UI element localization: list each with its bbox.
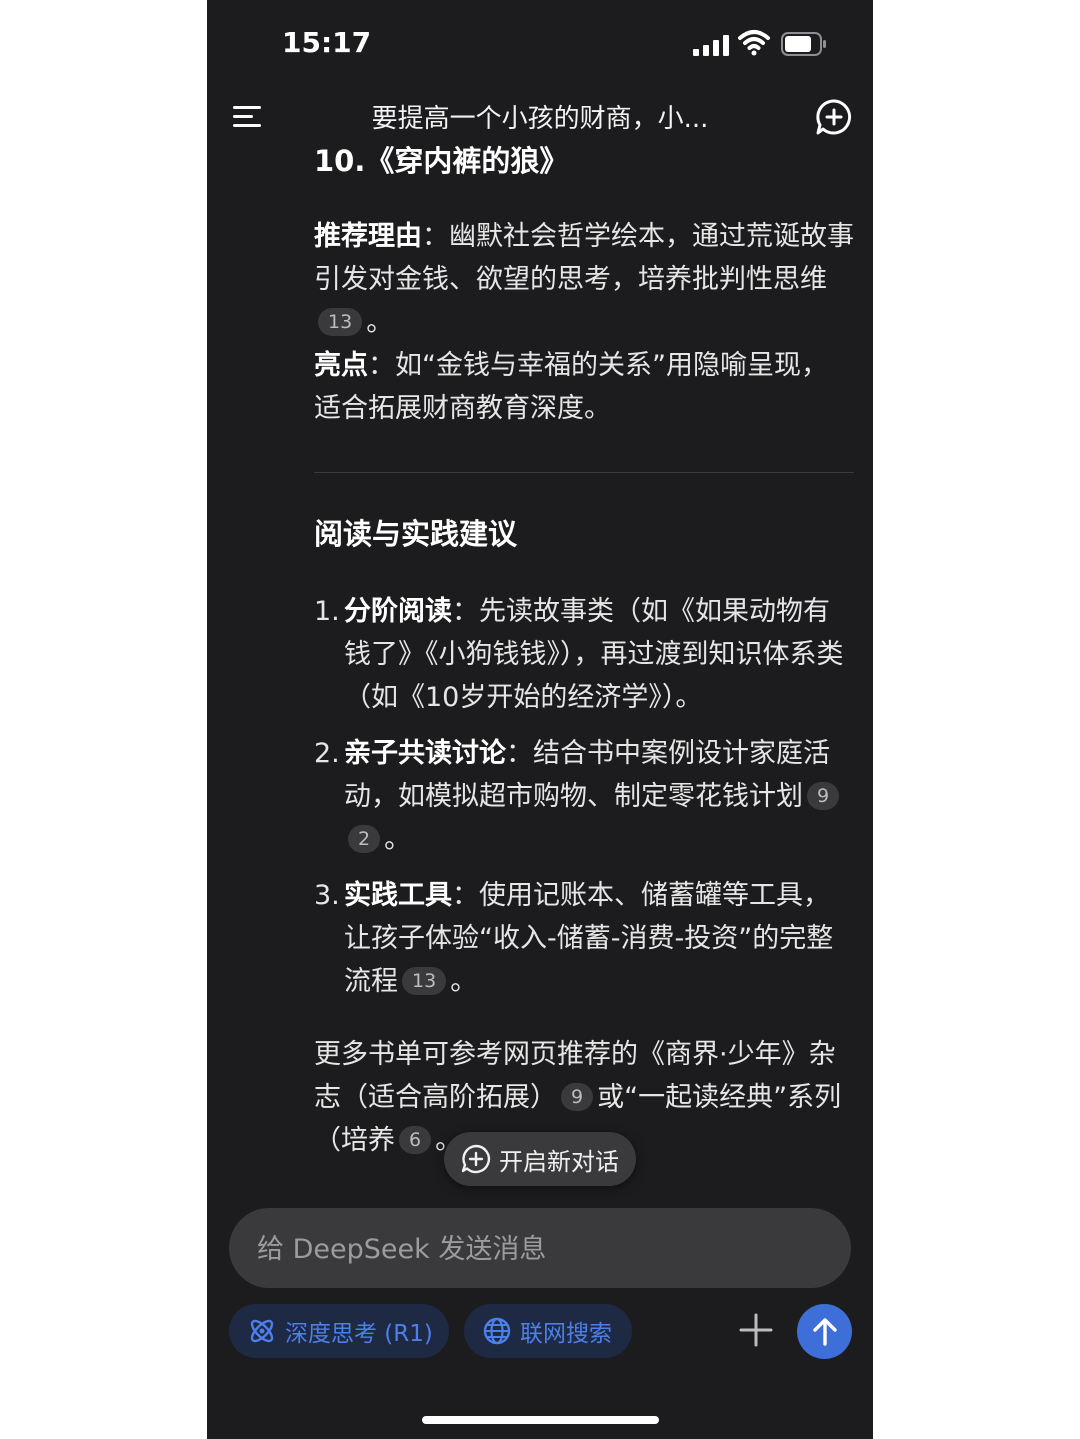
- plus-icon[interactable]: [739, 1312, 773, 1348]
- deep-think-label: 深度思考 (R1): [285, 1321, 433, 1347]
- reason-label: 推荐理由: [314, 221, 422, 252]
- list-item: 1. 分阶阅读：先读故事类（如《如果动物有钱了》《小狗钱钱》），再过渡到知识体系…: [314, 590, 854, 719]
- globe-icon: [483, 1317, 511, 1345]
- battery-icon: [781, 32, 826, 56]
- reason-end: 。: [366, 307, 394, 338]
- list-item: 3. 实践工具：使用记账本、储蓄罐等工具，让孩子体验“收入-储蓄-消费-投资”的…: [314, 874, 854, 1003]
- new-chat-label: 开启新对话: [499, 1147, 619, 1176]
- citation-badge[interactable]: 13: [402, 967, 447, 995]
- list-item-colon: ：: [506, 738, 533, 769]
- status-time: 15:17: [282, 26, 372, 59]
- send-button[interactable]: [797, 1304, 852, 1359]
- home-indicator: [422, 1416, 659, 1424]
- list-item: 2. 亲子共读讨论：结合书中案例设计家庭活动，如模拟超市购物、制定零花钱计划 92…: [314, 732, 854, 861]
- wifi-icon: [738, 30, 770, 56]
- web-search-toggle[interactable]: 联网搜索: [464, 1304, 632, 1358]
- deep-think-toggle[interactable]: 深度思考 (R1): [229, 1304, 449, 1358]
- list-item-end: 。: [450, 966, 478, 997]
- assistant-message: 10.《穿内裤的狼》 推荐理由：幽默社会哲学绘本，通过荒诞故事引发对金钱、欲望的…: [314, 140, 854, 1162]
- reason-colon: ：: [422, 221, 449, 252]
- chat-header: 要提高一个小孩的财商，小...: [207, 86, 873, 146]
- divider: [314, 472, 854, 473]
- signal-icon: [693, 34, 729, 56]
- highlight-label: 亮点: [314, 350, 368, 381]
- chat-title[interactable]: 要提高一个小孩的财商，小...: [327, 98, 753, 135]
- list-item-label: 分阶阅读: [344, 596, 452, 627]
- list-item-end: 。: [384, 824, 412, 855]
- list-item-colon: ：: [452, 596, 479, 627]
- list-item-label: 亲子共读讨论: [344, 738, 506, 769]
- phone-screen: 15:17 要提高一个小孩的财商，小... 10.《穿内裤的狼》 推荐理由：幽默…: [207, 0, 873, 1439]
- highlight-paragraph: 亮点：如“金钱与幸福的关系”用隐喻呈现，适合拓展财商教育深度。: [314, 344, 854, 430]
- list-item-colon: ：: [452, 880, 479, 911]
- section-title: 阅读与实践建议: [314, 517, 518, 551]
- message-input[interactable]: [255, 1208, 819, 1290]
- new-chat-icon[interactable]: [815, 98, 853, 136]
- citation-badge[interactable]: 9: [807, 782, 840, 810]
- citation-badge[interactable]: 6: [399, 1126, 432, 1154]
- list-number: 1.: [314, 596, 340, 627]
- reason-paragraph: 推荐理由：幽默社会哲学绘本，通过荒诞故事引发对金钱、欲望的思考，培养批判性思维1…: [314, 215, 854, 344]
- arrow-up-icon: [812, 1317, 837, 1346]
- list-number: 3.: [314, 880, 340, 911]
- new-chat-icon: [461, 1144, 491, 1174]
- menu-icon[interactable]: [233, 102, 263, 130]
- book-title: 10.《穿内裤的狼》: [314, 144, 569, 178]
- citation-badge[interactable]: 2: [348, 825, 381, 853]
- suggestion-list: 1. 分阶阅读：先读故事类（如《如果动物有钱了》《小狗钱钱》），再过渡到知识体系…: [314, 590, 854, 1003]
- web-search-label: 联网搜索: [520, 1321, 612, 1347]
- citation-badge[interactable]: 13: [318, 308, 363, 336]
- list-item-label: 实践工具: [344, 880, 452, 911]
- list-number: 2.: [314, 738, 340, 769]
- citation-badge[interactable]: 9: [561, 1083, 594, 1111]
- message-input-container[interactable]: [229, 1208, 851, 1290]
- atom-icon: [250, 1319, 274, 1343]
- new-chat-button[interactable]: 开启新对话: [444, 1132, 636, 1186]
- highlight-colon: ：: [368, 350, 395, 381]
